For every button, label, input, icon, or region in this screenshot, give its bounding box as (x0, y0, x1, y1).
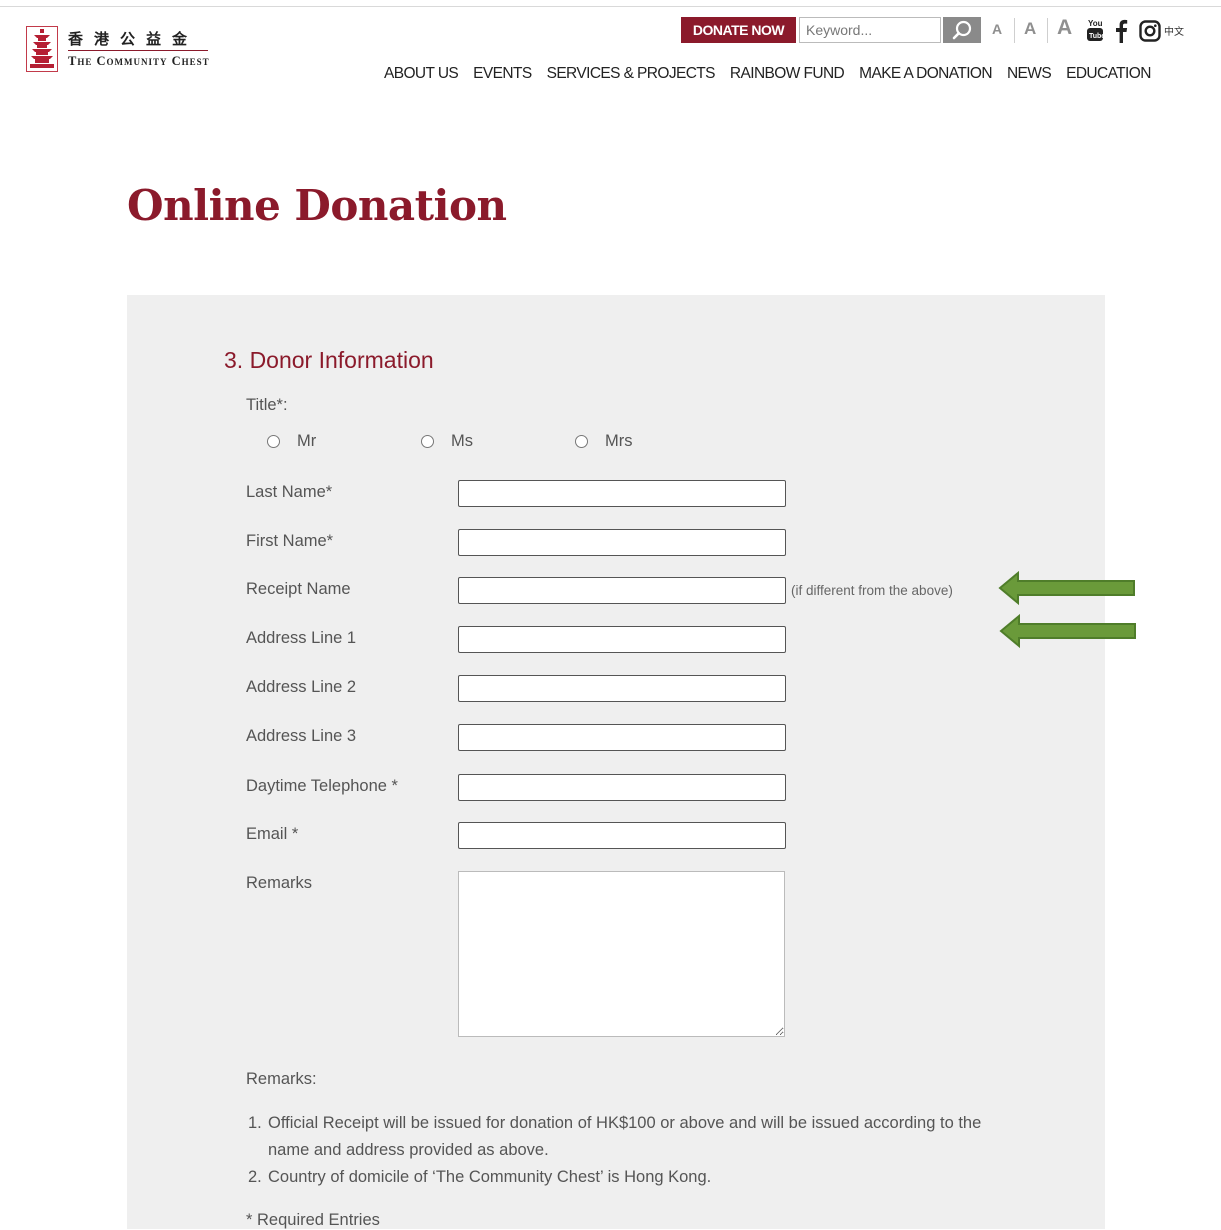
last-name-label: Last Name* (246, 483, 333, 501)
left-arrow-icon (999, 613, 1136, 649)
title-radio-mrs[interactable]: Mrs (575, 432, 633, 451)
nav-education[interactable]: EDUCATION (1066, 65, 1151, 83)
radio-label: Mrs (605, 432, 633, 450)
note-item: 2. Country of domicile of ‘The Community … (248, 1164, 988, 1191)
note-text: Country of domicile of ‘The Community Ch… (268, 1168, 712, 1186)
logo[interactable]: 香港公益金 The Community Chest (26, 26, 226, 74)
note-number: 2. (248, 1168, 262, 1186)
font-size-medium[interactable]: A (1024, 19, 1036, 39)
pagoda-logo-icon (26, 26, 58, 72)
title-radio-ms[interactable]: Ms (421, 432, 473, 451)
receipt-name-hint: (if different from the above) (791, 583, 953, 598)
nav-events[interactable]: EVENTS (473, 65, 532, 83)
remarks-label: Remarks (246, 874, 313, 892)
main-nav: ABOUT US EVENTS SERVICES & PROJECTS RAIN… (384, 65, 1151, 83)
search-input[interactable] (799, 17, 941, 43)
address-line-2-label: Address Line 2 (246, 678, 357, 696)
logo-chinese-text: 香港公益金 (68, 30, 199, 48)
first-name-label: First Name* (246, 532, 334, 550)
instagram-icon[interactable] (1139, 20, 1161, 42)
email-field[interactable] (458, 822, 786, 849)
left-arrow-icon (998, 570, 1135, 606)
receipt-name-label: Receipt Name (246, 580, 351, 598)
search-icon (952, 20, 972, 40)
note-number: 1. (248, 1114, 262, 1132)
nav-news[interactable]: NEWS (1007, 65, 1052, 83)
daytime-telephone-label: Daytime Telephone * (246, 777, 398, 795)
last-name-field[interactable] (458, 480, 786, 507)
nav-about-us[interactable]: ABOUT US (384, 65, 459, 83)
logo-english-text: The Community Chest (68, 54, 210, 68)
section-title: 3. Donor Information (224, 347, 434, 373)
donor-info-panel: 3. Donor Information Title*: Mr Ms Mrs L… (127, 295, 1105, 1229)
address-line-1-label: Address Line 1 (246, 629, 357, 647)
font-size-large[interactable]: A (1057, 16, 1072, 40)
notes-heading: Remarks: (246, 1070, 317, 1088)
note-text: Official Receipt will be issued for dona… (268, 1114, 982, 1159)
address-line-3-label: Address Line 3 (246, 727, 357, 745)
radio-label: Ms (451, 432, 473, 450)
email-label: Email * (246, 825, 299, 843)
youtube-icon[interactable]: You Tube (1086, 17, 1104, 43)
address-line-1-field[interactable] (458, 626, 786, 653)
receipt-name-field[interactable] (458, 577, 786, 604)
svg-text:Tube: Tube (1089, 33, 1104, 40)
notes-list: 1. Official Receipt will be issued for do… (248, 1110, 988, 1191)
language-toggle[interactable]: 中文 (1164, 23, 1184, 38)
svg-text:You: You (1088, 19, 1103, 28)
first-name-field[interactable] (458, 529, 786, 556)
donate-now-button[interactable]: DONATE NOW (681, 17, 796, 43)
nav-make-a-donation[interactable]: MAKE A DONATION (859, 65, 992, 83)
remarks-textarea[interactable] (458, 871, 785, 1037)
font-size-small[interactable]: A (992, 21, 1002, 37)
address-line-2-field[interactable] (458, 675, 786, 702)
page-title: Online Donation (127, 181, 507, 230)
radio-label: Mr (297, 432, 317, 450)
top-divider (0, 6, 1221, 7)
required-entries-note: * Required Entries (246, 1211, 380, 1229)
font-size-separator (1014, 18, 1015, 43)
nav-services-projects[interactable]: SERVICES & PROJECTS (547, 65, 716, 83)
radio-circle[interactable] (575, 435, 588, 448)
radio-circle[interactable] (267, 435, 280, 448)
daytime-telephone-field[interactable] (458, 774, 786, 801)
title-radio-mr[interactable]: Mr (267, 432, 316, 451)
note-item: 1. Official Receipt will be issued for do… (248, 1110, 988, 1164)
nav-rainbow-fund[interactable]: RAINBOW FUND (730, 65, 845, 83)
font-size-separator (1047, 18, 1048, 43)
search-button[interactable] (943, 17, 981, 43)
address-line-3-field[interactable] (458, 724, 786, 751)
radio-circle[interactable] (421, 435, 434, 448)
title-label: Title*: (246, 396, 288, 414)
facebook-icon[interactable] (1114, 19, 1128, 43)
logo-divider (68, 50, 208, 51)
